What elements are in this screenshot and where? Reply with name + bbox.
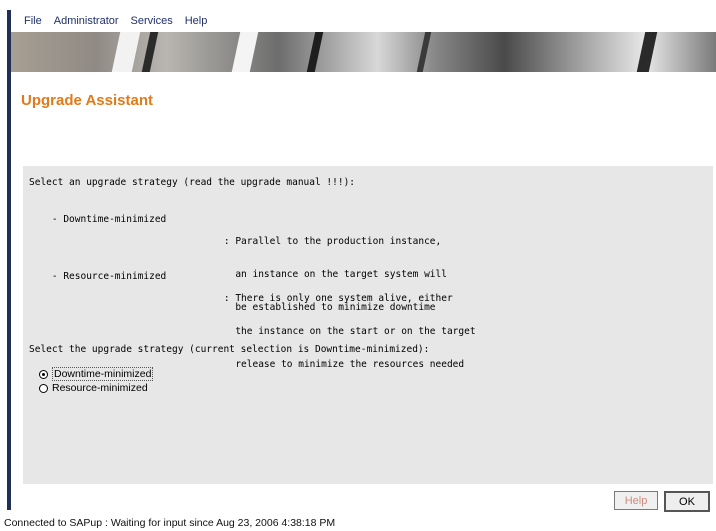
menu-file[interactable]: File [11, 15, 48, 27]
option-description-line: release to minimize the resources needed [223, 359, 465, 370]
radio-label: Resource-minimized [52, 382, 148, 394]
intro-text: Select an upgrade strategy (read the upg… [29, 177, 356, 188]
strategy-panel: Select an upgrade strategy (read the upg… [23, 166, 713, 484]
radio-label: Downtime-minimized [52, 367, 154, 381]
menu-help[interactable]: Help [179, 15, 214, 27]
status-bar: Connected to SAPup : Waiting for input s… [4, 517, 336, 529]
option-name: - Downtime-minimized [51, 214, 167, 225]
title-area: Upgrade Assistant [11, 72, 716, 166]
header-banner-image [11, 32, 716, 72]
help-button[interactable]: Help [614, 491, 658, 510]
option-description-line: : Parallel to the production instance, [223, 236, 442, 247]
radio-button[interactable] [39, 383, 48, 393]
ok-button[interactable]: OK [664, 491, 710, 512]
option-description-line: the instance on the start or on the targ… [223, 326, 476, 337]
option-name: - Resource-minimized [51, 271, 167, 282]
menu-administrator[interactable]: Administrator [48, 15, 125, 27]
radio-button-checked[interactable] [39, 369, 48, 379]
page-title: Upgrade Assistant [21, 92, 153, 109]
menu-services[interactable]: Services [125, 15, 179, 27]
option-description: : There is only one system alive, either… [224, 271, 476, 392]
radio-downtime-minimized[interactable]: Downtime-minimized [39, 367, 154, 381]
button-row: Help OK [614, 491, 710, 512]
option-description-line: : There is only one system alive, either [223, 293, 453, 304]
select-prompt: Select the upgrade strategy (current sel… [29, 344, 430, 355]
menu-bar: File Administrator Services Help [11, 10, 716, 32]
radio-resource-minimized[interactable]: Resource-minimized [39, 382, 148, 394]
